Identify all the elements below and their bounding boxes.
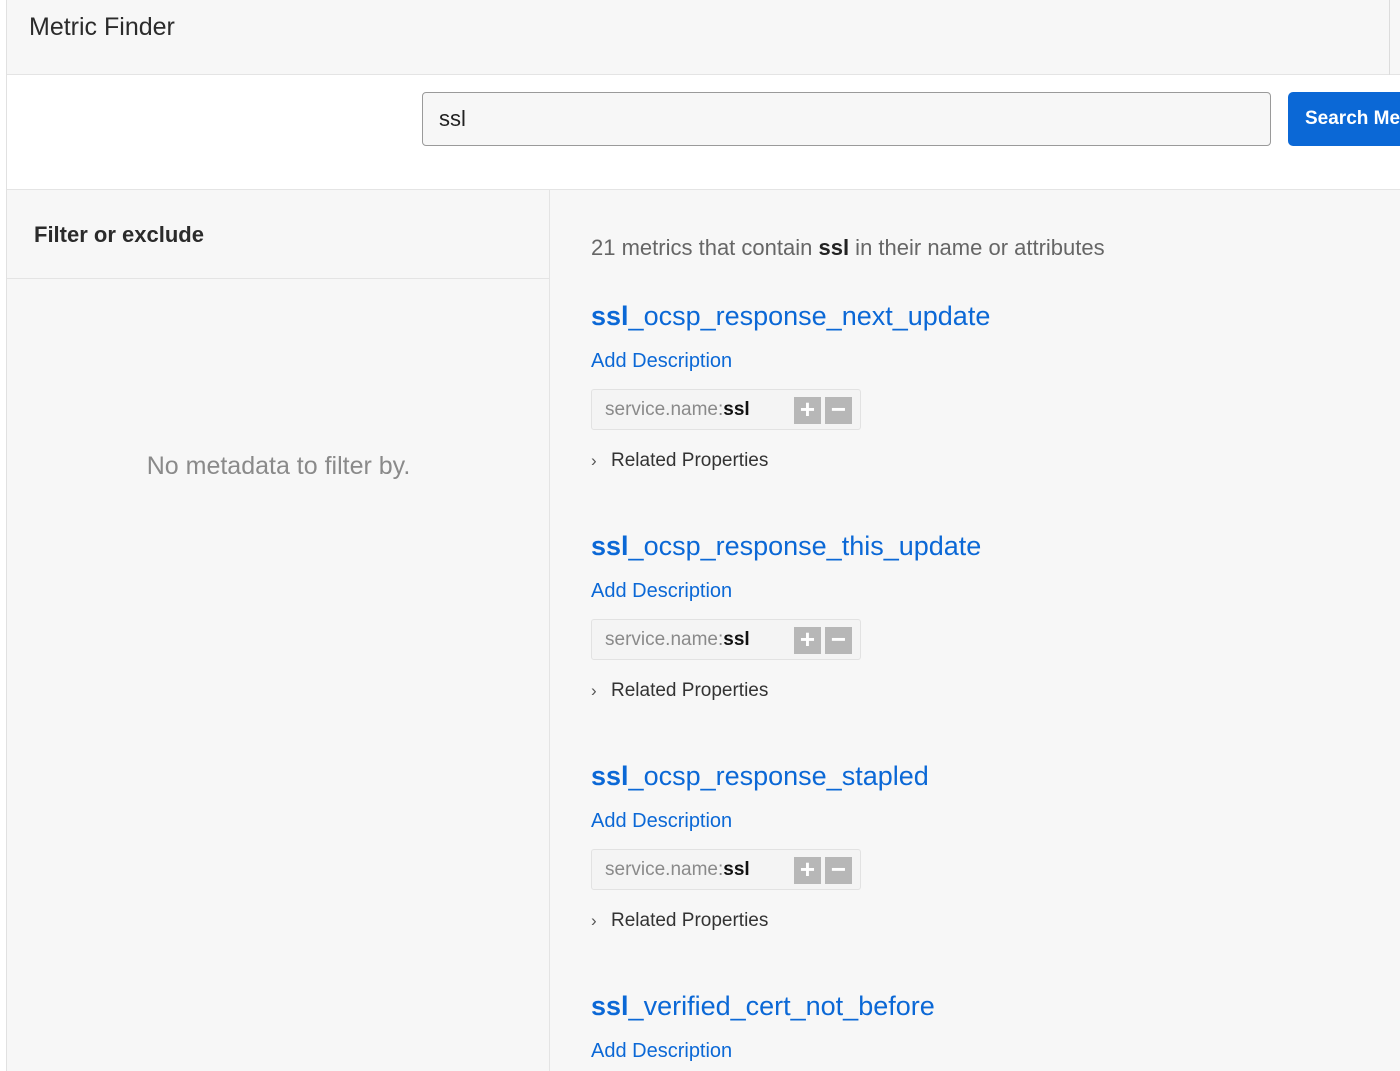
chevron-right-icon: › xyxy=(591,911,597,930)
metric-name-match: ssl xyxy=(591,301,629,331)
metric-name-link[interactable]: ssl_ocsp_response_stapled xyxy=(591,761,1371,792)
tag-value: ssl xyxy=(723,399,750,420)
metric-item: ssl_ocsp_response_stapled Add Descriptio… xyxy=(591,761,1371,932)
tag-label: service.name:ssl xyxy=(605,629,750,651)
tag-value: ssl xyxy=(723,629,750,650)
search-metrics-button[interactable]: Search Me xyxy=(1288,92,1400,146)
tag-key: service.name: xyxy=(605,859,724,880)
metric-item: ssl_ocsp_response_this_update Add Descri… xyxy=(591,531,1371,702)
metric-item: ssl_verified_cert_not_before Add Descrip… xyxy=(591,991,1371,1063)
filter-sidebar: Filter or exclude No metadata to filter … xyxy=(7,190,550,1071)
metric-name-match: ssl xyxy=(591,761,629,791)
metric-name-match: ssl xyxy=(591,531,629,561)
exclude-filter-button[interactable]: − xyxy=(825,396,852,424)
metric-finder-app: Metric Finder Search Me Filter or exclud… xyxy=(6,0,1400,1071)
tag-key: service.name: xyxy=(605,399,724,420)
metric-name-rest: _verified_cert_not_before xyxy=(628,991,935,1021)
add-description-link[interactable]: Add Description xyxy=(591,580,1371,603)
tag-key: service.name: xyxy=(605,629,724,650)
metric-name-rest: _ocsp_response_next_update xyxy=(628,301,991,331)
tag-label: service.name:ssl xyxy=(605,859,750,881)
exclude-filter-button[interactable]: − xyxy=(825,856,852,884)
include-filter-button[interactable]: + xyxy=(794,626,821,654)
metric-name-rest: _ocsp_response_stapled xyxy=(628,761,929,791)
related-properties-label: Related Properties xyxy=(611,910,769,931)
results-panel: 21 metrics that contain ssl in their nam… xyxy=(551,190,1400,1071)
exclude-filter-button[interactable]: − xyxy=(825,626,852,654)
metric-name-match: ssl xyxy=(591,991,629,1021)
chevron-right-icon: › xyxy=(591,681,597,700)
metric-name-link[interactable]: ssl_ocsp_response_next_update xyxy=(591,301,1371,332)
tag-chip: service.name:ssl + − xyxy=(591,389,861,430)
tag-chip: service.name:ssl + − xyxy=(591,619,861,660)
related-properties-label: Related Properties xyxy=(611,450,769,471)
results-summary-pre: metrics that contain xyxy=(615,235,819,260)
tag-chip: service.name:ssl + − xyxy=(591,849,861,890)
add-description-link[interactable]: Add Description xyxy=(591,1040,1371,1063)
metric-name-rest: _ocsp_response_this_update xyxy=(628,531,982,561)
results-search-term: ssl xyxy=(818,235,850,260)
title-bar: Metric Finder xyxy=(7,0,1400,75)
tag-value: ssl xyxy=(723,859,750,880)
search-bar: Search Me xyxy=(7,75,1400,190)
results-count: 21 xyxy=(591,235,616,260)
include-filter-button[interactable]: + xyxy=(794,856,821,884)
results-summary-post: in their name or attributes xyxy=(849,235,1105,260)
no-metadata-message: No metadata to filter by. xyxy=(146,452,411,480)
related-properties-toggle[interactable]: › Related Properties xyxy=(591,680,1371,702)
results-summary: 21 metrics that contain ssl in their nam… xyxy=(591,235,1105,261)
add-description-link[interactable]: Add Description xyxy=(591,810,1371,833)
search-input[interactable] xyxy=(422,92,1271,146)
add-description-link[interactable]: Add Description xyxy=(591,350,1371,373)
include-filter-button[interactable]: + xyxy=(794,396,821,424)
metric-name-link[interactable]: ssl_verified_cert_not_before xyxy=(591,991,1371,1022)
tag-label: service.name:ssl xyxy=(605,399,750,421)
filter-heading: Filter or exclude xyxy=(7,190,549,279)
metric-item: ssl_ocsp_response_next_update Add Descri… xyxy=(591,301,1371,472)
chevron-right-icon: › xyxy=(591,451,597,470)
title-bar-divider xyxy=(1389,0,1390,75)
related-properties-toggle[interactable]: › Related Properties xyxy=(591,910,1371,932)
related-properties-label: Related Properties xyxy=(611,680,769,701)
page-title: Metric Finder xyxy=(29,13,175,41)
related-properties-toggle[interactable]: › Related Properties xyxy=(591,450,1371,472)
metric-name-link[interactable]: ssl_ocsp_response_this_update xyxy=(591,531,1371,562)
